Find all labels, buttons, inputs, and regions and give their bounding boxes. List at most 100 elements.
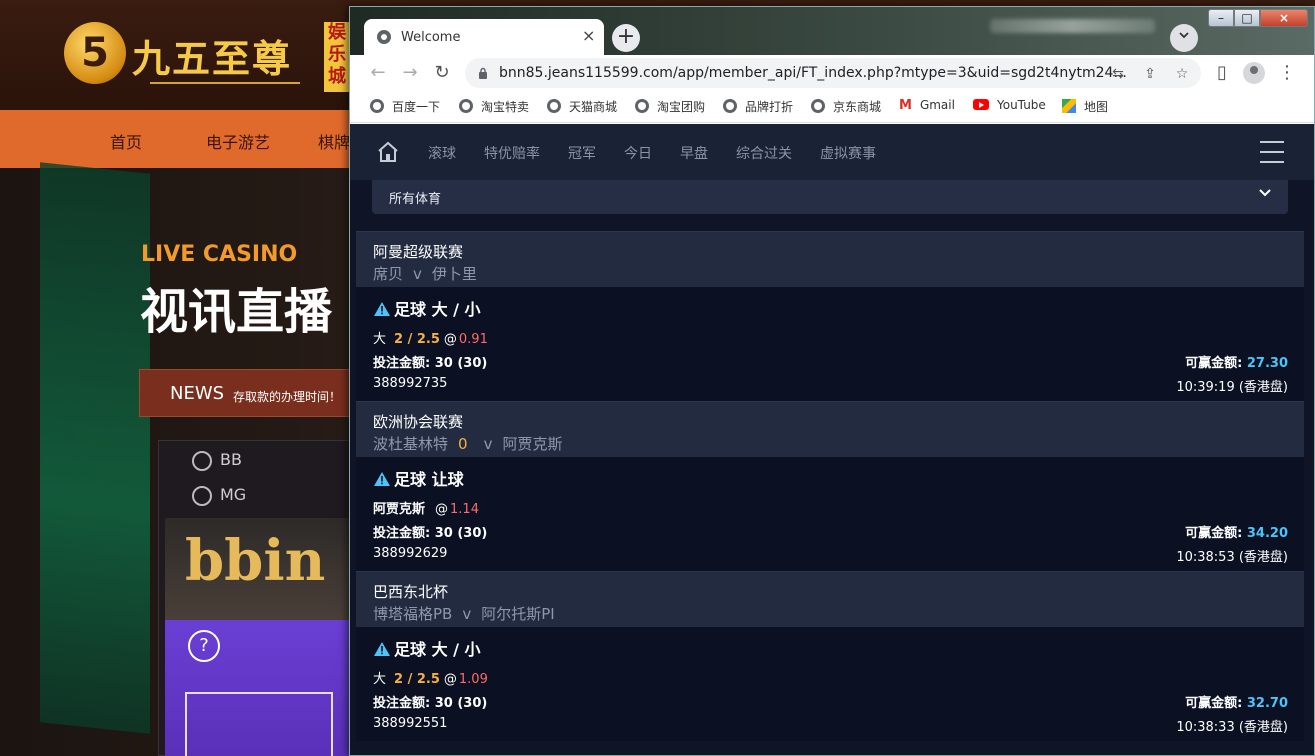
- bookmarks-bar: 百度一下 淘宝特卖 天猫商城 淘宝团购 品牌打折 京东商城 M Gmail You…: [350, 91, 1314, 123]
- bet-time: 10:38:33 (香港盘): [1176, 720, 1288, 735]
- browser-menu-icon[interactable]: ⋮: [1275, 61, 1299, 85]
- casino-nav-item[interactable]: 棋牌: [318, 129, 350, 153]
- bookmark-item[interactable]: YouTube: [973, 98, 1046, 116]
- youtube-icon: [973, 99, 989, 110]
- maps-icon: [1062, 99, 1076, 113]
- profile-avatar[interactable]: [1243, 62, 1265, 84]
- tab-strip: Welcome × + – □ ×: [350, 7, 1314, 55]
- minimize-button[interactable]: –: [1208, 9, 1234, 27]
- warning-icon: [374, 302, 390, 316]
- bet-time: 10:39:19 (香港盘): [1176, 380, 1288, 395]
- url-text: bnn85.jeans115599.com/app/member_api/FT_…: [499, 65, 1127, 81]
- hero-title: 视讯直播: [140, 284, 333, 340]
- stake-amount: 投注金额: 30 (30): [373, 526, 488, 541]
- window-controls: – □ ×: [1208, 7, 1312, 27]
- home-icon[interactable]: [376, 140, 400, 164]
- casino-nav-item[interactable]: 首页: [110, 129, 142, 153]
- casino-logo-icon: 5: [64, 22, 126, 84]
- news-label: NEWS: [170, 383, 225, 404]
- home-team: 波杜基林特: [373, 435, 449, 453]
- browser-tab[interactable]: Welcome ×: [364, 19, 604, 55]
- gmail-icon: M: [899, 98, 912, 113]
- reload-button[interactable]: ↻: [430, 61, 454, 85]
- close-window-button[interactable]: ×: [1260, 9, 1308, 27]
- bookmark-item[interactable]: 京东商城: [811, 98, 881, 116]
- maximize-button[interactable]: □: [1234, 9, 1260, 27]
- blurred-title-text: [990, 19, 1155, 33]
- bet-selection: 大2 / 2.5 @0.91: [373, 332, 488, 347]
- tab-close-icon[interactable]: ×: [582, 27, 595, 45]
- globe-icon: [459, 99, 473, 113]
- match-teams: 博塔福格PB v 阿尔托斯PI: [373, 605, 555, 623]
- globe-icon: [547, 99, 561, 113]
- nav-tab-special-odds[interactable]: 特优赔率: [484, 143, 540, 163]
- ornament-frame: [185, 692, 333, 756]
- game-provider-mg[interactable]: MG: [192, 485, 246, 506]
- potential-win: 可赢金额: 34.20: [1185, 526, 1288, 541]
- bet-id: 388992629: [373, 546, 448, 561]
- globe-icon: [377, 30, 391, 44]
- bet-time: 10:38:53 (香港盘): [1176, 550, 1288, 565]
- bookmark-item[interactable]: M Gmail: [899, 98, 955, 116]
- away-team: 伊卜里: [431, 265, 477, 283]
- side-panel-icon[interactable]: ▯: [1210, 61, 1234, 85]
- match-teams: 席贝 v 伊卜里: [373, 265, 477, 283]
- odds-value: 1.14: [450, 502, 479, 517]
- bookmark-star-icon[interactable]: ☆: [1172, 64, 1192, 84]
- globe-icon: [811, 99, 825, 113]
- league-header: 阿曼超级联赛 席贝 v 伊卜里: [356, 231, 1304, 287]
- nav-tab-today[interactable]: 今日: [624, 143, 652, 163]
- warning-icon: [374, 642, 390, 656]
- translate-icon[interactable]: ⇆: [1108, 64, 1128, 84]
- stake-amount: 投注金额: 30 (30): [373, 356, 488, 371]
- game-provider-bb[interactable]: BB: [192, 450, 242, 471]
- nav-tab-outright[interactable]: 冠军: [568, 143, 596, 163]
- help-icon[interactable]: ?: [188, 630, 220, 662]
- sport-filter-dropdown[interactable]: 所有体育: [372, 180, 1288, 214]
- league-header: 欧洲协会联赛 波杜基林特 0 v 阿贾克斯: [356, 401, 1304, 457]
- casino-logo-text: 九五至尊: [132, 36, 293, 81]
- bookmark-item[interactable]: 百度一下: [370, 98, 440, 116]
- bookmark-item[interactable]: 品牌打折: [723, 98, 793, 116]
- lock-icon: [479, 67, 487, 79]
- bet-id: 388992735: [373, 376, 448, 391]
- bbin-banner[interactable]: bbin: [165, 518, 355, 620]
- bookmark-item[interactable]: 淘宝特卖: [459, 98, 529, 116]
- casino-logo-ornament: [150, 82, 300, 84]
- bet-slip: 足球 让球 阿贾克斯 @1.14 投注金额: 30 (30) 可赢金额: 34.2…: [356, 457, 1304, 571]
- hamburger-menu-icon[interactable]: [1260, 141, 1284, 163]
- globe-icon: [370, 99, 384, 113]
- forward-button[interactable]: →: [398, 61, 422, 85]
- nav-tab-virtual[interactable]: 虚拟赛事: [820, 143, 876, 163]
- league-header: 巴西东北杯 博塔福格PB v 阿尔托斯PI: [356, 571, 1304, 627]
- bet-id: 388992551: [373, 716, 448, 731]
- betting-page: 滚球 特优赔率 冠军 今日 早盘 综合过关 虚拟赛事 所有体育 阿曼超级联赛 席…: [350, 124, 1314, 755]
- nav-tab-early[interactable]: 早盘: [680, 143, 708, 163]
- nav-tab-parlay[interactable]: 综合过关: [736, 143, 792, 163]
- new-tab-button[interactable]: +: [612, 24, 640, 52]
- bookmark-item[interactable]: 天猫商城: [547, 98, 617, 116]
- share-icon[interactable]: ⇪: [1140, 64, 1160, 84]
- warning-icon: [374, 472, 390, 486]
- globe-icon: [723, 99, 737, 113]
- bookmark-item[interactable]: 淘宝团购: [635, 98, 705, 116]
- nav-tab-inplay[interactable]: 滚球: [428, 143, 456, 163]
- home-team: 席贝: [373, 265, 404, 283]
- live-casino-label: LIVE CASINO: [141, 242, 298, 267]
- score: 0: [458, 435, 468, 453]
- tab-search-button[interactable]: [1170, 24, 1198, 52]
- address-bar[interactable]: bnn85.jeans115599.com/app/member_api/FT_…: [465, 58, 1201, 88]
- bookmark-item[interactable]: 地图: [1062, 98, 1108, 116]
- potential-win: 可赢金额: 27.30: [1185, 356, 1288, 371]
- casino-hero-decoration: [40, 162, 150, 734]
- home-team: 博塔福格PB: [373, 605, 453, 623]
- bet-slip: 足球 大 / 小 大2 / 2.5 @0.91 投注金额: 30 (30) 可赢金…: [356, 287, 1304, 401]
- odds-value: 1.09: [458, 672, 488, 687]
- bet-type: 足球 大 / 小: [373, 636, 481, 660]
- casino-nav-item[interactable]: 电子游艺: [206, 129, 270, 153]
- bb-icon: [192, 450, 212, 471]
- back-button[interactable]: ←: [366, 61, 390, 85]
- browser-toolbar: ← → ↻ bnn85.jeans115599.com/app/member_a…: [350, 55, 1314, 91]
- chevron-down-icon: [1179, 32, 1189, 39]
- news-text: 存取款的办理时间！: [233, 390, 342, 404]
